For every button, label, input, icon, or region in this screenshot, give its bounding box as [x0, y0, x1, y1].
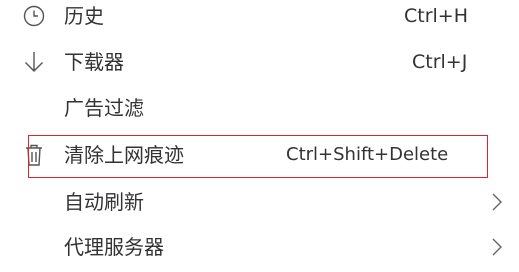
menu-item-auto-refresh[interactable]: 自动刷新 [0, 179, 519, 225]
menu-item-shortcut: Ctrl+J [412, 51, 468, 73]
menu-item-label: 代理服务器 [64, 235, 164, 259]
menu-item-label: 历史 [64, 4, 104, 28]
menu-item-downloader[interactable]: 下载器 Ctrl+J [0, 39, 519, 85]
menu-item-history[interactable]: 历史 Ctrl+H [0, 0, 519, 39]
highlight-box [28, 135, 488, 178]
menu-item-label: 下载器 [64, 50, 124, 74]
clock-icon [23, 5, 45, 27]
menu-item-label: 广告过滤 [64, 96, 144, 120]
menu-item-label: 自动刷新 [64, 190, 144, 214]
download-arrow-icon [25, 52, 43, 72]
context-menu: 历史 Ctrl+H 下载器 Ctrl+J 广告过滤 清除上网痕迹 Ctrl+Sh… [0, 0, 519, 259]
menu-item-shortcut: Ctrl+H [404, 5, 469, 27]
chevron-right-icon [492, 193, 502, 211]
chevron-right-icon [492, 238, 502, 256]
menu-item-proxy-server[interactable]: 代理服务器 [0, 226, 519, 272]
menu-item-ad-filter[interactable]: 广告过滤 [0, 85, 519, 131]
